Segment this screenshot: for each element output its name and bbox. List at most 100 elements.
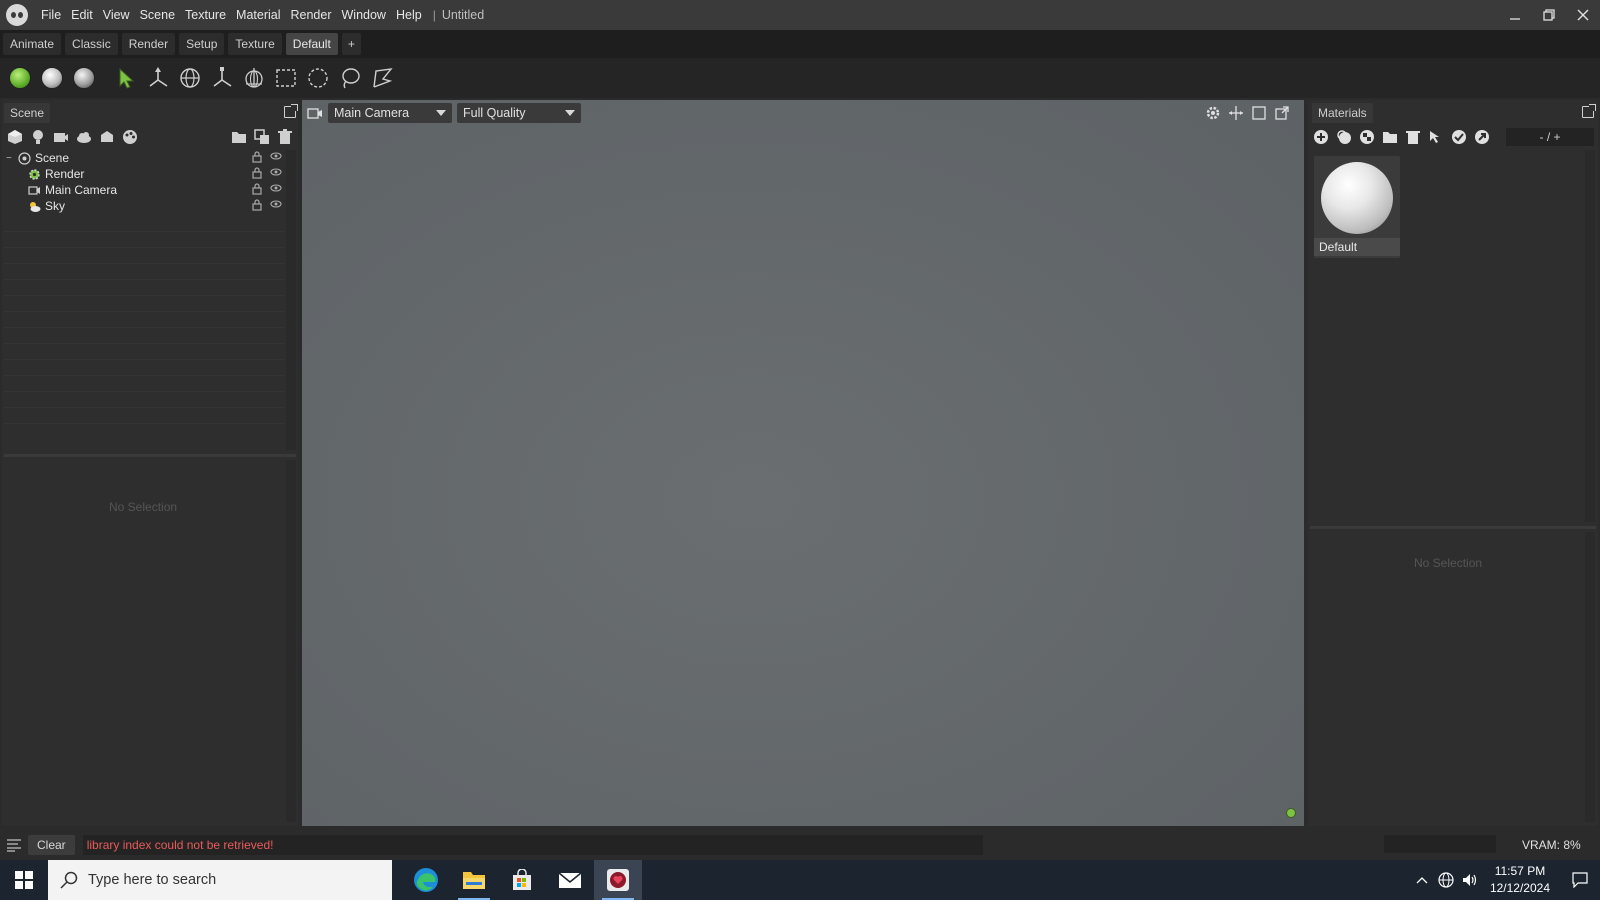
eye-icon[interactable] <box>270 183 282 193</box>
tree-item-sky[interactable]: Sky <box>4 198 284 214</box>
shading-render-button[interactable] <box>70 64 98 92</box>
eye-icon[interactable] <box>270 199 282 209</box>
properties-scrollbar[interactable] <box>286 460 296 822</box>
layout-tab-default[interactable]: Default <box>285 33 338 55</box>
eye-icon[interactable] <box>270 151 282 161</box>
select-tool-button[interactable] <box>112 64 140 92</box>
scene-panel-tab[interactable]: Scene <box>4 103 51 123</box>
menu-help[interactable]: Help <box>391 0 427 30</box>
tray-overflow-button[interactable] <box>1410 860 1434 900</box>
rotate-tool-button[interactable] <box>176 64 204 92</box>
menu-scene[interactable]: Scene <box>135 0 180 30</box>
network-button[interactable] <box>1434 860 1458 900</box>
collapse-icon[interactable]: − <box>6 153 18 164</box>
viewport-settings-button[interactable] <box>1204 104 1222 122</box>
scene-scrollbar[interactable] <box>286 150 296 450</box>
duplicate-button[interactable] <box>253 128 271 146</box>
pick-material-button[interactable] <box>1427 128 1445 146</box>
trash-icon <box>278 129 292 144</box>
add-group-button[interactable] <box>98 128 116 146</box>
tree-item-scene[interactable]: − Scene <box>4 150 284 166</box>
camera-dropdown[interactable]: Main Camera <box>328 103 452 123</box>
taskbar-clock[interactable]: 11:57 PM 12/12/2024 <box>1490 863 1550 897</box>
layout-tab-setup[interactable]: Setup <box>179 33 225 55</box>
menu-texture[interactable]: Texture <box>180 0 231 30</box>
add-camera-button[interactable] <box>52 128 70 146</box>
popout-icon[interactable] <box>284 104 298 118</box>
restore-button[interactable] <box>1532 0 1566 30</box>
universal-tool-button[interactable] <box>240 64 268 92</box>
panel-divider[interactable] <box>4 454 296 457</box>
taskbar-search[interactable]: Type here to search <box>48 860 392 900</box>
thumbnail-zoom-slider[interactable]: - / + <box>1506 128 1594 146</box>
taskbar-mail[interactable] <box>546 860 594 900</box>
lock-icon[interactable] <box>252 151 262 163</box>
3d-viewport[interactable] <box>302 100 1304 826</box>
add-material-button[interactable] <box>1312 128 1330 146</box>
lock-icon[interactable] <box>252 183 262 195</box>
delete-button[interactable] <box>276 128 294 146</box>
shading-smooth-button[interactable] <box>38 64 66 92</box>
quality-dropdown[interactable]: Full Quality <box>457 103 581 123</box>
layout-tab-render[interactable]: Render <box>121 33 176 55</box>
add-light-button[interactable] <box>29 128 47 146</box>
material-thumbnail[interactable]: Default <box>1314 156 1400 258</box>
menu-render[interactable]: Render <box>286 0 337 30</box>
lasso-select-button[interactable] <box>336 64 364 92</box>
vram-usage: VRAM: 8% <box>1522 838 1581 852</box>
log-list-icon[interactable] <box>6 838 22 852</box>
lock-icon[interactable] <box>252 199 262 211</box>
poly-select-button[interactable] <box>368 64 396 92</box>
rect-select-button[interactable] <box>272 64 300 92</box>
materials-no-selection: No Selection <box>1414 556 1483 570</box>
taskbar-file-explorer[interactable] <box>450 860 498 900</box>
export-material-button[interactable] <box>1473 128 1491 146</box>
start-button[interactable] <box>0 860 48 900</box>
materials-divider[interactable] <box>1310 526 1596 529</box>
shading-solid-button[interactable] <box>6 64 34 92</box>
camera-view-button[interactable] <box>306 104 324 122</box>
menu-material[interactable]: Material <box>231 0 285 30</box>
viewport-popout-button[interactable] <box>1273 104 1291 122</box>
frame-view-button[interactable] <box>1250 104 1268 122</box>
circle-select-button[interactable] <box>304 64 332 92</box>
folder-button[interactable] <box>230 128 248 146</box>
menu-file[interactable]: File <box>36 0 66 30</box>
visibility-controls <box>252 167 282 179</box>
volume-button[interactable] <box>1458 860 1482 900</box>
close-button[interactable] <box>1566 0 1600 30</box>
layout-tab-texture[interactable]: Texture <box>228 33 282 55</box>
taskbar-edge[interactable] <box>402 860 450 900</box>
taskbar-app-active[interactable] <box>594 860 642 900</box>
add-sky-button[interactable] <box>75 128 93 146</box>
material-props-scrollbar[interactable] <box>1585 532 1595 822</box>
duplicate-material-button[interactable] <box>1335 128 1353 146</box>
clear-log-button[interactable]: Clear <box>28 835 75 855</box>
add-layout-button[interactable]: + <box>341 33 361 55</box>
tree-item-main-camera[interactable]: Main Camera <box>4 182 284 198</box>
menu-edit[interactable]: Edit <box>66 0 98 30</box>
popout-icon[interactable] <box>1582 104 1596 118</box>
eye-icon[interactable] <box>270 167 282 177</box>
lock-icon[interactable] <box>252 167 262 179</box>
layout-tab-classic[interactable]: Classic <box>65 33 118 55</box>
menu-view[interactable]: View <box>98 0 135 30</box>
tree-item-render[interactable]: Render <box>4 166 284 182</box>
delete-material-button[interactable] <box>1404 128 1422 146</box>
apply-material-button[interactable] <box>1450 128 1468 146</box>
move-tool-button[interactable] <box>144 64 172 92</box>
notifications-button[interactable] <box>1560 860 1600 900</box>
app-logo-icon[interactable] <box>6 4 28 26</box>
menu-window[interactable]: Window <box>337 0 391 30</box>
add-object-button[interactable] <box>6 128 24 146</box>
layout-tab-animate[interactable]: Animate <box>3 33 62 55</box>
checker-button[interactable] <box>1358 128 1376 146</box>
material-folder-button[interactable] <box>1381 128 1399 146</box>
move-view-button[interactable] <box>1227 104 1245 122</box>
materials-panel-tab[interactable]: Materials <box>1312 103 1373 123</box>
taskbar-store[interactable] <box>498 860 546 900</box>
palette-button[interactable] <box>121 128 139 146</box>
scale-tool-button[interactable] <box>208 64 236 92</box>
materials-scrollbar[interactable] <box>1585 150 1595 522</box>
minimize-button[interactable] <box>1498 0 1532 30</box>
